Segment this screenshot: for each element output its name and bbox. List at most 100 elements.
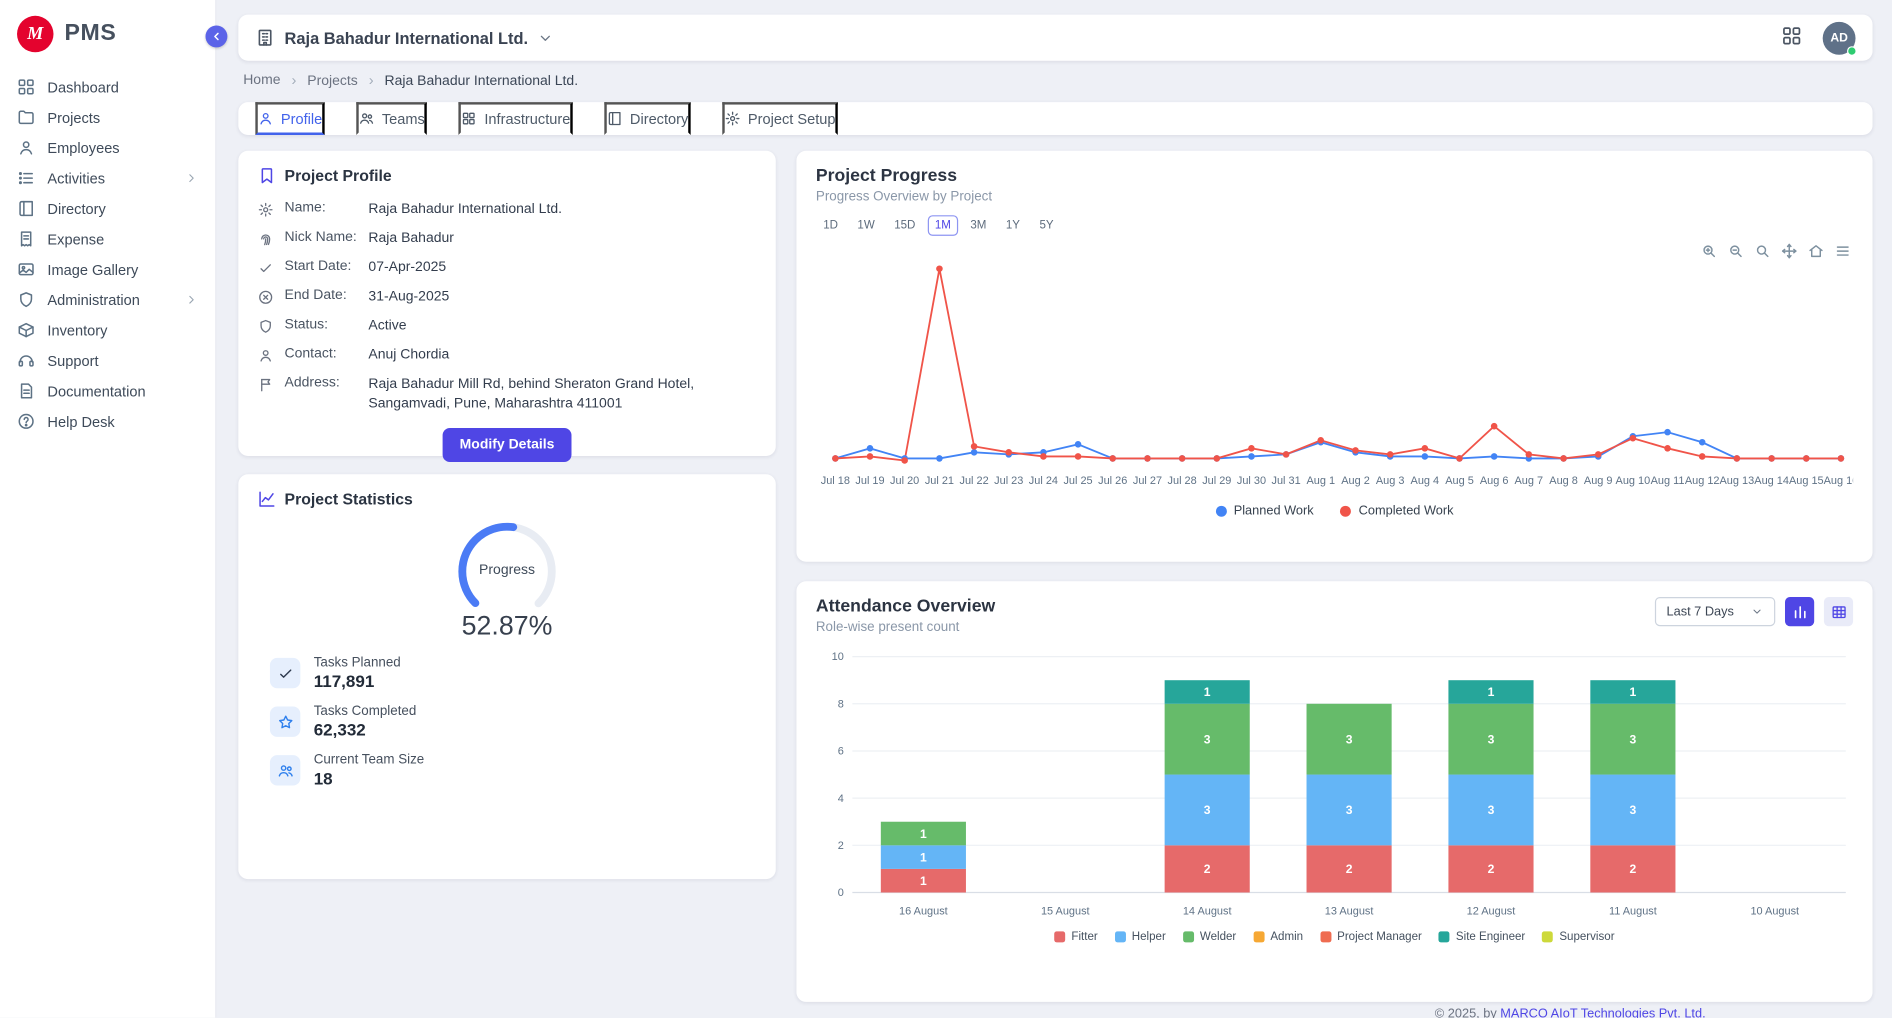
tab-profile[interactable]: Profile: [255, 102, 324, 135]
svg-text:3: 3: [1204, 803, 1211, 817]
toolbar-zoom-out[interactable]: [1727, 243, 1744, 260]
toolbar-reset-home[interactable]: [1807, 243, 1824, 260]
sidebar-collapse-button[interactable]: [205, 26, 227, 48]
legend-item-project-manager[interactable]: Project Manager: [1320, 930, 1422, 943]
building-icon: [255, 28, 274, 47]
sidebar-item-expense[interactable]: Expense: [0, 224, 215, 254]
svg-text:1: 1: [920, 874, 927, 888]
svg-text:Aug 12: Aug 12: [1685, 475, 1720, 487]
progress-card-title: Project Progress: [816, 167, 1853, 186]
profile-fields: Name: Raja Bahadur International Ltd. Ni…: [258, 201, 757, 414]
progress-line-chart[interactable]: Jul 18Jul 19Jul 20Jul 21Jul 22Jul 23Jul …: [816, 243, 1853, 501]
field-label: Contact:: [285, 347, 358, 362]
svg-text:2: 2: [1488, 862, 1495, 876]
sidebar-item-inventory[interactable]: Inventory: [0, 315, 215, 345]
legend-item-helper[interactable]: Helper: [1115, 930, 1166, 943]
footer: © 2025, by MARCO AIoT Technologies Pvt. …: [1435, 1007, 1706, 1018]
legend-item-fitter[interactable]: Fitter: [1054, 930, 1097, 943]
range-1m[interactable]: 1M: [928, 215, 959, 236]
apps-icon: [461, 111, 477, 127]
profile-field-contact: Contact: Anuj Chordia: [258, 347, 757, 366]
svg-text:Jul 28: Jul 28: [1168, 475, 1197, 487]
legend-item-site-engineer[interactable]: Site Engineer: [1439, 930, 1525, 943]
flag-icon: [258, 377, 274, 393]
attendance-overview-card: Attendance Overview Role-wise present co…: [796, 581, 1872, 1002]
svg-text:3: 3: [1346, 732, 1353, 746]
company-selector[interactable]: Raja Bahadur International Ltd.: [255, 28, 553, 47]
gauge-label: Progress: [451, 563, 563, 578]
range-5y[interactable]: 5Y: [1032, 215, 1061, 236]
tab-label: Project Setup: [748, 110, 836, 127]
range-1w[interactable]: 1W: [850, 215, 882, 236]
footer-link[interactable]: MARCO AIoT Technologies Pvt. Ltd.: [1500, 1007, 1705, 1018]
tab-label: Profile: [281, 110, 322, 127]
breadcrumb-item-projects[interactable]: Projects: [291, 72, 357, 89]
profile-field-address: Address: Raja Bahadur Mill Rd, behind Sh…: [258, 376, 757, 414]
progress-card-subtitle: Progress Overview by Project: [816, 190, 1853, 205]
sidebar-item-support[interactable]: Support: [0, 345, 215, 375]
svg-text:Jul 31: Jul 31: [1272, 475, 1301, 487]
bar-view-button[interactable]: [1785, 597, 1814, 626]
attendance-range-select[interactable]: Last 7 Days: [1654, 597, 1775, 626]
x-circle-icon: [258, 289, 274, 305]
field-value: 07-Apr-2025: [368, 259, 446, 278]
sidebar-item-administration[interactable]: Administration: [0, 285, 215, 315]
range-1d[interactable]: 1D: [816, 215, 845, 236]
chart-line-icon: [258, 490, 276, 508]
gear-icon: [258, 202, 274, 218]
app-logo[interactable]: M PMS: [0, 0, 215, 67]
tab-label: Directory: [630, 110, 688, 127]
sidebar-item-label: Directory: [47, 200, 105, 217]
svg-text:2: 2: [838, 840, 844, 852]
range-3m[interactable]: 3M: [963, 215, 994, 236]
tab-directory[interactable]: Directory: [604, 102, 690, 135]
tab-teams[interactable]: Teams: [356, 102, 427, 135]
chevron-down-icon: [538, 30, 554, 46]
legend-item-admin[interactable]: Admin: [1253, 930, 1303, 943]
sidebar-item-employees[interactable]: Employees: [0, 133, 215, 163]
tab-project-setup[interactable]: Project Setup: [722, 102, 838, 135]
shield-icon: [258, 319, 274, 335]
sidebar-item-projects[interactable]: Projects: [0, 102, 215, 132]
legend-item-supervisor[interactable]: Supervisor: [1542, 930, 1614, 943]
sidebar-item-documentation[interactable]: Documentation: [0, 376, 215, 406]
sidebar-item-image-gallery[interactable]: Image Gallery: [0, 254, 215, 284]
svg-text:Aug 3: Aug 3: [1376, 475, 1405, 487]
range-1y[interactable]: 1Y: [999, 215, 1028, 236]
field-value: Active: [368, 317, 406, 336]
sidebar-item-help-desk[interactable]: Help Desk: [0, 406, 215, 436]
tab-infrastructure[interactable]: Infrastructure: [459, 102, 573, 135]
attendance-bar-chart[interactable]: 024681016 August11115 August14 August233…: [816, 644, 1853, 926]
apps-grid-button[interactable]: [1779, 26, 1803, 50]
svg-text:6: 6: [838, 746, 844, 758]
field-label: Address:: [285, 376, 358, 391]
avatar[interactable]: AD: [1823, 21, 1856, 54]
range-15d[interactable]: 15D: [887, 215, 923, 236]
sidebar-item-directory[interactable]: Directory: [0, 193, 215, 223]
breadcrumb-item-home[interactable]: Home: [243, 73, 280, 88]
profile-field-nick-name: Nick Name: Raja Bahadur: [258, 230, 757, 249]
stat-label: Tasks Completed: [314, 704, 417, 719]
project-statistics-card: Project Statistics Progress 52.87%: [238, 474, 775, 879]
folder-icon: [17, 108, 35, 126]
svg-text:2: 2: [1204, 862, 1211, 876]
toolbar-zoom-in[interactable]: [1700, 243, 1717, 260]
legend-item-completed-work[interactable]: Completed Work: [1340, 503, 1453, 518]
legend-item-planned-work[interactable]: Planned Work: [1215, 503, 1313, 518]
star-icon: [277, 713, 294, 730]
svg-text:11 August: 11 August: [1609, 905, 1657, 917]
sidebar-item-label: Dashboard: [47, 78, 118, 95]
toolbar-box-zoom[interactable]: [1753, 243, 1770, 260]
stat-value: 18: [314, 768, 425, 787]
toolbar-pan[interactable]: [1780, 243, 1797, 260]
breadcrumb-item-raja-bahadur-international-ltd[interactable]: Raja Bahadur International Ltd.: [369, 72, 578, 89]
modify-details-button[interactable]: Modify Details: [443, 428, 572, 462]
toolbar-menu[interactable]: [1834, 243, 1851, 260]
legend-item-welder[interactable]: Welder: [1183, 930, 1236, 943]
svg-text:Jul 26: Jul 26: [1098, 475, 1127, 487]
attendance-card-title: Attendance Overview: [816, 597, 995, 616]
table-view-button[interactable]: [1824, 597, 1853, 626]
top-header: Raja Bahadur International Ltd. AD: [238, 15, 1872, 61]
sidebar-item-dashboard[interactable]: Dashboard: [0, 72, 215, 102]
sidebar-item-activities[interactable]: Activities: [0, 163, 215, 193]
